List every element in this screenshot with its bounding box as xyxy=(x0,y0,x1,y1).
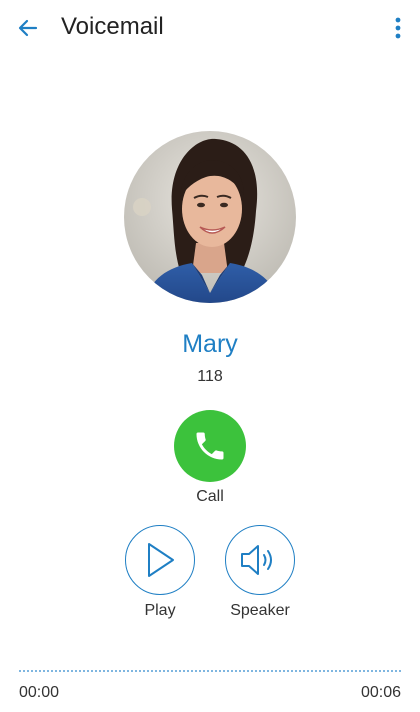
more-vert-icon xyxy=(395,17,401,39)
speaker-label: Speaker xyxy=(230,602,290,619)
contact-name: Mary xyxy=(182,330,238,358)
contact-number: 118 xyxy=(197,368,223,385)
play-label: Play xyxy=(144,602,176,619)
avatar xyxy=(124,131,296,303)
phone-icon xyxy=(196,432,224,460)
voicemail-screen: Voicemail Mary 118 Call Play Speaker 00:… xyxy=(0,0,420,712)
call-label: Call xyxy=(196,488,224,505)
speaker-icon xyxy=(241,545,272,575)
page-title: Voicemail xyxy=(61,13,164,40)
overflow-menu-button[interactable] xyxy=(390,12,406,44)
play-icon xyxy=(148,543,174,577)
app-header: Voicemail xyxy=(0,0,420,54)
play-button[interactable] xyxy=(125,525,195,595)
contact-photo xyxy=(124,131,296,303)
duration-time: 00:06 xyxy=(360,684,401,701)
playback-progress-bar[interactable] xyxy=(19,670,401,672)
speaker-button[interactable] xyxy=(225,525,295,595)
back-button[interactable] xyxy=(12,12,44,44)
current-time: 00:00 xyxy=(19,684,60,701)
arrow-left-icon xyxy=(18,19,38,37)
call-button[interactable] xyxy=(174,410,246,482)
